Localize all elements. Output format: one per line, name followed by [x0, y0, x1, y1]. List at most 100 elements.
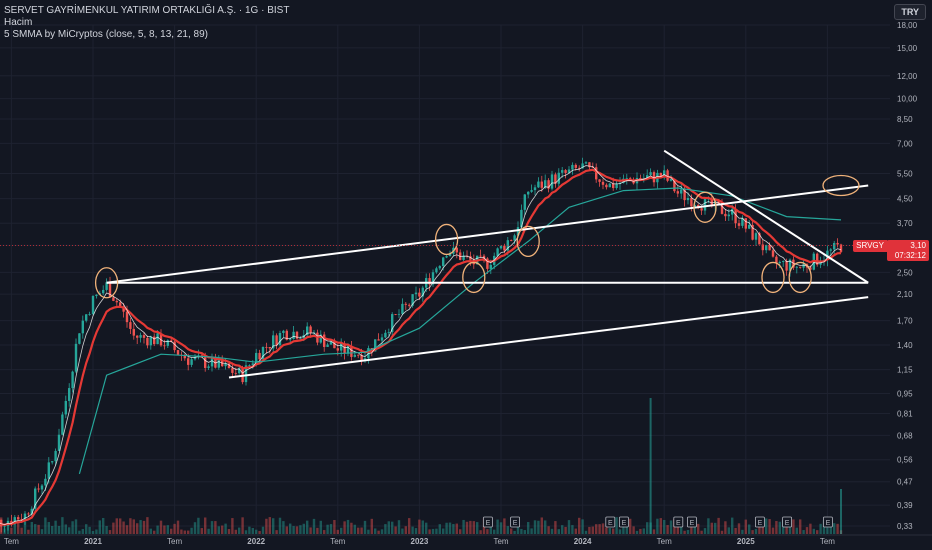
candle-body: [527, 191, 530, 195]
volume-bar: [350, 522, 353, 534]
volume-bar: [78, 530, 81, 534]
candle-body: [71, 371, 74, 389]
candle-body: [85, 314, 88, 321]
candle-body: [608, 183, 611, 188]
candle-body: [605, 184, 608, 188]
candle-body: [523, 194, 526, 210]
volume-bar: [527, 522, 530, 534]
earnings-marker-label: E: [826, 520, 831, 527]
chart-legend: SERVET GAYRİMENKUL YATIRIM ORTAKLIĞI A.Ş…: [4, 5, 289, 41]
candle-body: [115, 300, 118, 303]
candle-body: [540, 181, 543, 188]
volume-bar: [734, 527, 737, 534]
candle-body: [268, 346, 271, 349]
x-tick-label: 2024: [574, 537, 592, 546]
candle-body: [278, 333, 282, 346]
candle-body: [829, 249, 832, 251]
volume-bar: [221, 525, 224, 534]
volume-bar: [618, 529, 622, 534]
volume-bar: [129, 518, 132, 534]
candle-body: [669, 178, 673, 181]
volume-bar: [91, 530, 95, 534]
volume-bar: [119, 518, 122, 534]
candle-body: [700, 208, 703, 211]
candle-body: [61, 414, 64, 435]
y-tick-label: 0,95: [897, 390, 913, 399]
volume-bar: [278, 517, 282, 534]
highlight-circle: [822, 174, 860, 197]
candle-body: [176, 350, 180, 355]
candle-body: [275, 335, 278, 346]
candle-body: [799, 266, 802, 268]
symbol-title[interactable]: SERVET GAYRİMENKUL YATIRIM ORTAKLIĞI A.Ş…: [4, 5, 289, 17]
volume-bar: [323, 530, 326, 534]
time-axis[interactable]: Tem 2021 Tem 2022 Tem 2023 Tem 2024 Tem 2025 Tem: [0, 534, 932, 546]
volume-bar: [47, 522, 50, 534]
volume-bar: [601, 523, 605, 534]
candle-body: [404, 303, 407, 305]
volume-bar: [285, 526, 288, 534]
volume-bar: [163, 525, 166, 534]
x-tick-label: Tem: [4, 537, 19, 546]
candle-body: [795, 266, 798, 268]
candle-body: [163, 345, 166, 347]
volume-bar: [663, 519, 666, 534]
volume-bar: [530, 528, 533, 534]
volume-bar: [44, 517, 47, 534]
candle-body: [323, 334, 326, 347]
indicator-legend[interactable]: 5 SMMA by MiCryptos (close, 5, 8, 13, 21…: [4, 29, 289, 41]
candle-body: [136, 335, 139, 338]
volume-bar: [768, 519, 771, 534]
candle-body: [384, 332, 387, 338]
candle-body: [499, 245, 503, 249]
volume-bar: [306, 520, 309, 534]
x-tick-label: 2021: [84, 537, 102, 546]
volume-bar: [629, 518, 632, 534]
candle-body: [119, 302, 122, 307]
volume-legend[interactable]: Hacim: [4, 17, 289, 29]
y-tick-label: 2,50: [897, 268, 913, 277]
candle-body: [765, 245, 768, 251]
volume-bar: [737, 523, 741, 534]
volume-bar: [404, 526, 407, 534]
volume-bar: [669, 520, 673, 534]
candle-body: [187, 358, 190, 365]
volume-bar: [632, 526, 635, 534]
price-chart[interactable]: E E E E E E E E E 18,00 15,00 12,00 10,00 8,50 7,00 5,…: [0, 0, 932, 550]
volume-bar: [231, 518, 234, 534]
candle-body: [612, 183, 615, 189]
candle-body: [584, 162, 588, 164]
volume-bar: [255, 529, 258, 534]
candle-body: [785, 261, 788, 271]
volume-bar: [816, 530, 819, 534]
candle-body: [357, 354, 360, 356]
candle-body: [754, 233, 758, 240]
volume-bar: [639, 528, 642, 534]
candle-body: [299, 338, 302, 339]
candle-body: [81, 320, 84, 334]
candle-body: [408, 304, 411, 306]
candle-body: [37, 488, 40, 490]
earnings-marker-label: E: [622, 520, 627, 527]
volume-bar: [544, 520, 547, 534]
volume-bar: [496, 519, 499, 534]
currency-button[interactable]: TRY: [894, 4, 926, 20]
y-tick-label: 1,70: [897, 317, 913, 326]
x-tick-label: Tem: [493, 537, 508, 546]
price-axis[interactable]: 18,00 15,00 12,00 10,00 8,50 7,00 5,50 4,50 3,70…: [890, 0, 932, 550]
volume-bar: [64, 524, 67, 534]
volume-bar: [251, 527, 254, 534]
candle-body: [649, 172, 652, 176]
candle-body: [744, 218, 747, 229]
candle-body: [17, 517, 20, 520]
candle-body: [397, 313, 401, 315]
volume-bar: [771, 527, 775, 534]
y-tick-label: 7,00: [897, 139, 913, 148]
volume-bar: [707, 518, 710, 534]
y-tick-label: 0,81: [897, 410, 913, 419]
volume-bar: [554, 521, 557, 534]
y-tick-label: 0,68: [897, 431, 913, 440]
volume-bar: [156, 525, 159, 534]
trendline-drawings: [0, 149, 890, 379]
volume-bar: [445, 522, 448, 534]
